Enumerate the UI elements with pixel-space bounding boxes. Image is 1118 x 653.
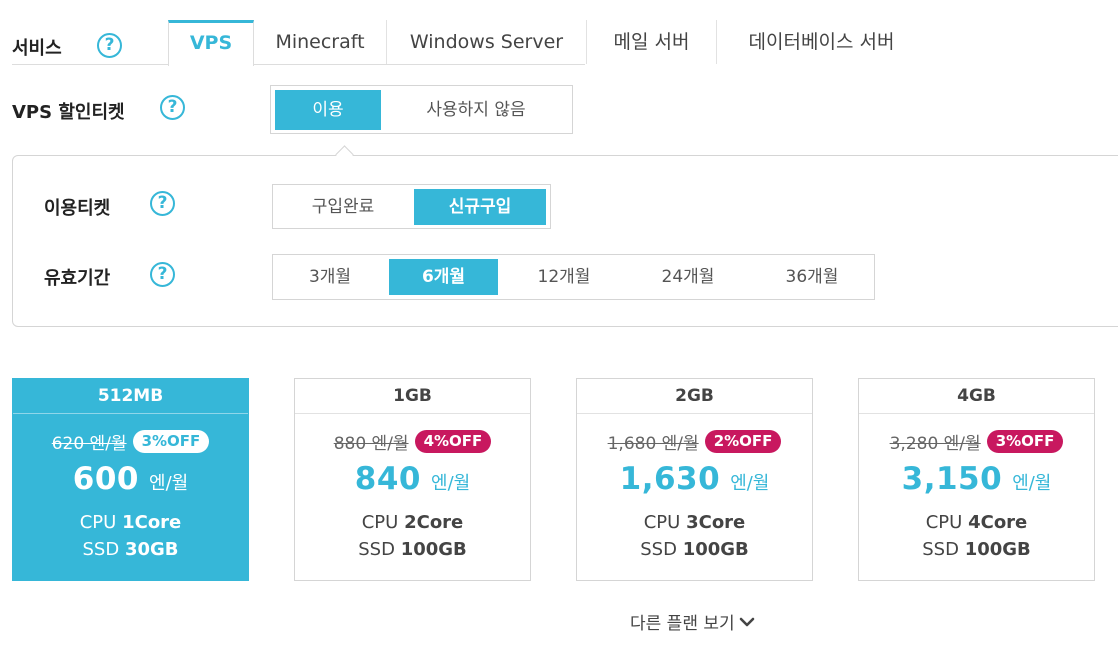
discount-ticket-none-button[interactable]: 사용하지 않음 — [386, 90, 566, 130]
discount-badge: 3%OFF — [986, 429, 1064, 453]
ssd-label: SSD — [640, 539, 677, 560]
cpu-value: 2Core — [404, 512, 464, 533]
tab-database-server[interactable]: 데이터베이스 서버 — [716, 20, 926, 64]
use-ticket-purchased-button[interactable]: 구입완료 — [277, 189, 409, 225]
ssd-label: SSD — [82, 539, 120, 560]
use-ticket-toggle: 구입완료 신규구입 — [272, 184, 551, 229]
discount-badge: 4%OFF — [414, 429, 492, 453]
validity-toggle: 3개월 6개월 12개월 24개월 36개월 — [272, 254, 875, 300]
plan-price-unit: 엔/월 — [1012, 473, 1052, 494]
validity-12-months-button[interactable]: 12개월 — [504, 259, 624, 295]
ticket-options-panel — [12, 155, 1118, 327]
ssd-label: SSD — [358, 539, 395, 560]
discount-badge: 3%OFF — [132, 429, 210, 453]
validity-6-months-button[interactable]: 6개월 — [389, 259, 498, 295]
cpu-label: CPU — [925, 512, 963, 533]
discount-badge: 2%OFF — [704, 429, 782, 453]
cpu-label: CPU — [79, 512, 117, 533]
tab-minecraft[interactable]: Minecraft — [255, 20, 385, 64]
validity-36-months-button[interactable]: 36개월 — [752, 259, 872, 295]
chevron-down-icon — [739, 617, 754, 626]
tab-vps[interactable]: VPS — [168, 20, 254, 66]
plan-card-1gb[interactable]: 1GB 880 엔/월 4%OFF 840 엔/월 CPU 2Core SSD … — [294, 378, 531, 581]
validity-3-months-button[interactable]: 3개월 — [277, 259, 383, 295]
plan-old-price: 620 엔/월 — [51, 433, 127, 454]
tab-mail-server[interactable]: 메일 서버 — [586, 20, 716, 64]
plan-price-unit: 엔/월 — [149, 473, 189, 494]
plan-name: 2GB — [577, 379, 812, 414]
ssd-value: 100GB — [682, 539, 749, 560]
plan-name: 1GB — [295, 379, 530, 414]
use-ticket-help-icon[interactable]: ? — [150, 191, 175, 216]
discount-ticket-label: VPS 할인티켓 — [12, 102, 125, 123]
discount-ticket-help-icon[interactable]: ? — [160, 95, 185, 120]
plan-price: 3,150 — [901, 461, 1003, 497]
plan-price-unit: 엔/월 — [431, 473, 471, 494]
plan-card-512mb[interactable]: 512MB 620 엔/월 3%OFF 600 엔/월 CPU 1Core SS… — [12, 378, 249, 581]
use-ticket-new-button[interactable]: 신규구입 — [414, 189, 546, 225]
validity-label: 유효기간 — [44, 268, 111, 289]
cpu-label: CPU — [361, 512, 399, 533]
plan-card-4gb[interactable]: 4GB 3,280 엔/월 3%OFF 3,150 엔/월 CPU 4Core … — [858, 378, 1095, 581]
plan-price: 600 — [72, 461, 140, 497]
cpu-label: CPU — [643, 512, 681, 533]
validity-help-icon[interactable]: ? — [150, 262, 175, 287]
more-plans-label: 다른 플랜 보기 — [630, 614, 735, 634]
tabs-divider — [12, 64, 585, 65]
use-ticket-label: 이용티켓 — [44, 198, 111, 219]
service-help-icon[interactable]: ? — [97, 33, 122, 58]
tab-windows-server[interactable]: Windows Server — [386, 20, 586, 64]
plan-price-unit: 엔/월 — [730, 473, 770, 494]
discount-ticket-toggle: 이용 사용하지 않음 — [270, 85, 573, 134]
validity-24-months-button[interactable]: 24개월 — [628, 259, 748, 295]
plan-old-price: 3,280 엔/월 — [889, 433, 981, 454]
ssd-label: SSD — [922, 539, 959, 560]
ssd-value: 100GB — [964, 539, 1031, 560]
discount-ticket-use-button[interactable]: 이용 — [275, 90, 381, 130]
plan-name: 4GB — [859, 379, 1094, 414]
plan-card-2gb[interactable]: 2GB 1,680 엔/월 2%OFF 1,630 엔/월 CPU 3Core … — [576, 378, 813, 581]
plan-old-price: 880 엔/월 — [333, 433, 409, 454]
plan-old-price: 1,680 엔/월 — [607, 433, 699, 454]
plan-price: 1,630 — [619, 461, 721, 497]
plan-name: 512MB — [13, 379, 248, 414]
ssd-value: 30GB — [124, 539, 179, 560]
cpu-value: 1Core — [122, 512, 182, 533]
cpu-value: 3Core — [686, 512, 746, 533]
ssd-value: 100GB — [400, 539, 467, 560]
cpu-value: 4Core — [968, 512, 1028, 533]
service-label: 서비스 — [12, 38, 62, 59]
more-plans-link[interactable]: 다른 플랜 보기 — [630, 609, 755, 634]
plan-price: 840 — [354, 461, 422, 497]
